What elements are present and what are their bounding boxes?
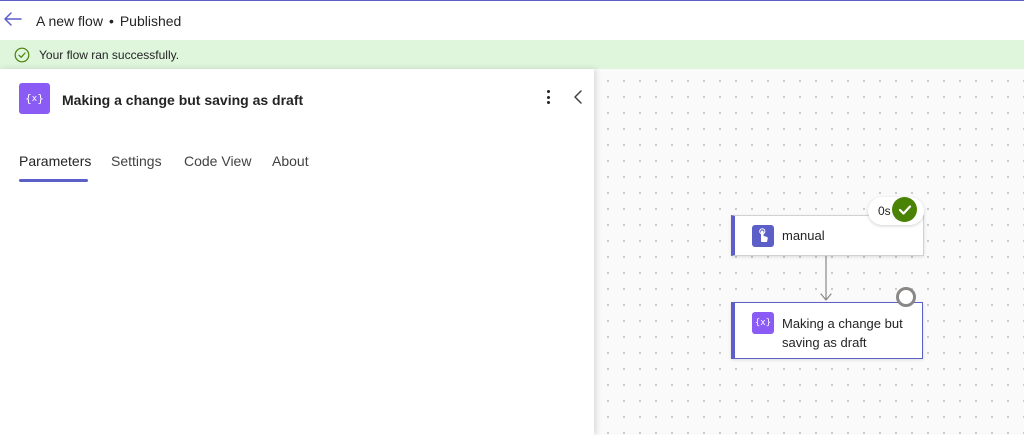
flow-status: Published [119, 13, 182, 29]
active-tab-indicator [19, 179, 88, 182]
node-label: manual [782, 228, 825, 243]
top-bar: A new flow • Published [0, 0, 1024, 40]
tab-code-view[interactable]: Code View [184, 153, 251, 169]
back-arrow-icon[interactable] [4, 10, 22, 28]
success-check-circle-icon [14, 47, 30, 63]
panel-title: Making a change but saving as draft [62, 92, 304, 108]
banner-message: Your flow ran successfully. [39, 48, 180, 62]
duration-text: 0s [878, 204, 891, 218]
tab-about[interactable]: About [272, 153, 309, 169]
action-details-panel: {x} Making a change but saving as draft … [0, 69, 594, 435]
variable-braces-icon: {x} [752, 312, 774, 334]
tab-settings[interactable]: Settings [111, 153, 162, 169]
flow-name: A new flow [36, 13, 103, 29]
success-banner: Your flow ran successfully. [0, 40, 1024, 69]
tab-parameters[interactable]: Parameters [19, 153, 91, 169]
flow-title: A new flow • Published [36, 13, 181, 29]
designer-canvas[interactable]: manual 0s {x} Making a change but saving… [594, 69, 1024, 435]
variable-braces-icon: {x} [19, 83, 50, 114]
more-options-icon[interactable] [540, 88, 556, 106]
title-separator: • [108, 13, 114, 29]
action-node-compose[interactable]: {x} Making a change but saving as draft [731, 302, 923, 359]
not-run-status-icon [896, 287, 916, 307]
connector-arrow [820, 256, 832, 301]
node-label: Making a change but saving as draft [782, 316, 903, 350]
touch-trigger-icon [752, 225, 774, 247]
collapse-panel-chevron-icon[interactable] [571, 89, 585, 105]
success-check-icon [892, 197, 917, 222]
